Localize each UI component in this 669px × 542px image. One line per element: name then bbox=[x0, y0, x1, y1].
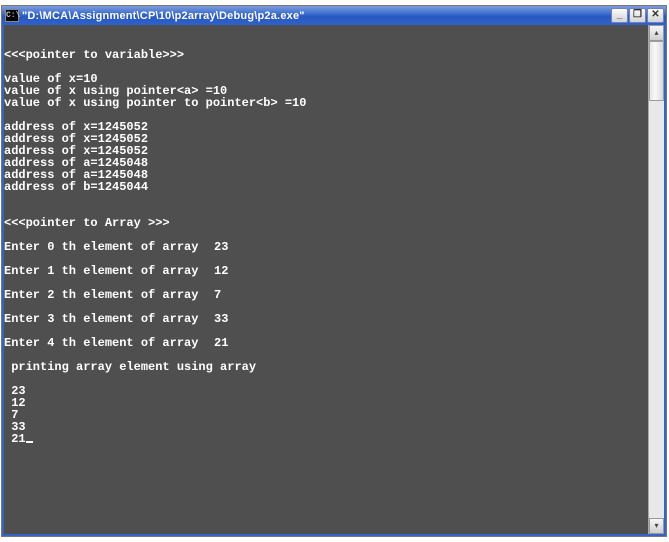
console-window: C:\ "D:\MCA\Assignment\CP\10\p2array\Deb… bbox=[2, 6, 666, 536]
prompt-label: Enter 3 th element of array bbox=[4, 313, 214, 325]
minimize-button[interactable]: _ bbox=[611, 8, 628, 23]
scroll-up-button[interactable]: ▴ bbox=[649, 25, 664, 41]
scroll-track[interactable] bbox=[649, 41, 664, 518]
prompt-input: 23 bbox=[214, 240, 228, 254]
text-line: <<<pointer to Array >>> bbox=[4, 216, 170, 230]
scroll-thumb[interactable] bbox=[649, 41, 664, 101]
text-line: <<<pointer to variable>>> bbox=[4, 48, 184, 62]
titlebar[interactable]: C:\ "D:\MCA\Assignment\CP\10\p2array\Deb… bbox=[2, 6, 666, 25]
app-icon: C:\ bbox=[5, 9, 19, 22]
cursor bbox=[26, 441, 33, 443]
maximize-button[interactable]: ❐ bbox=[629, 8, 646, 23]
client-area: <<<pointer to variable>>> value of x=10 … bbox=[2, 25, 666, 536]
prompt-input: 7 bbox=[214, 288, 221, 302]
vertical-scrollbar[interactable]: ▴ ▾ bbox=[648, 25, 664, 534]
prompt-label: Enter 1 th element of array bbox=[4, 265, 214, 277]
window-title: "D:\MCA\Assignment\CP\10\p2array\Debug\p… bbox=[22, 10, 611, 22]
prompt-input: 33 bbox=[214, 312, 228, 326]
prompt-label: Enter 0 th element of array bbox=[4, 241, 214, 253]
text-line: printing array element using array bbox=[4, 360, 256, 374]
prompt-input: 21 bbox=[214, 336, 228, 350]
console-output[interactable]: <<<pointer to variable>>> value of x=10 … bbox=[4, 25, 648, 534]
prompt-label: Enter 2 th element of array bbox=[4, 289, 214, 301]
output-line: 21 bbox=[4, 432, 26, 446]
scroll-down-button[interactable]: ▾ bbox=[649, 518, 664, 534]
text-line: value of x using pointer to pointer<b> =… bbox=[4, 96, 306, 110]
text-line: address of b=1245044 bbox=[4, 180, 148, 194]
close-button[interactable]: ✕ bbox=[647, 8, 664, 23]
prompt-input: 12 bbox=[214, 264, 228, 278]
window-buttons: _ ❐ ✕ bbox=[611, 8, 664, 23]
prompt-label: Enter 4 th element of array bbox=[4, 337, 214, 349]
